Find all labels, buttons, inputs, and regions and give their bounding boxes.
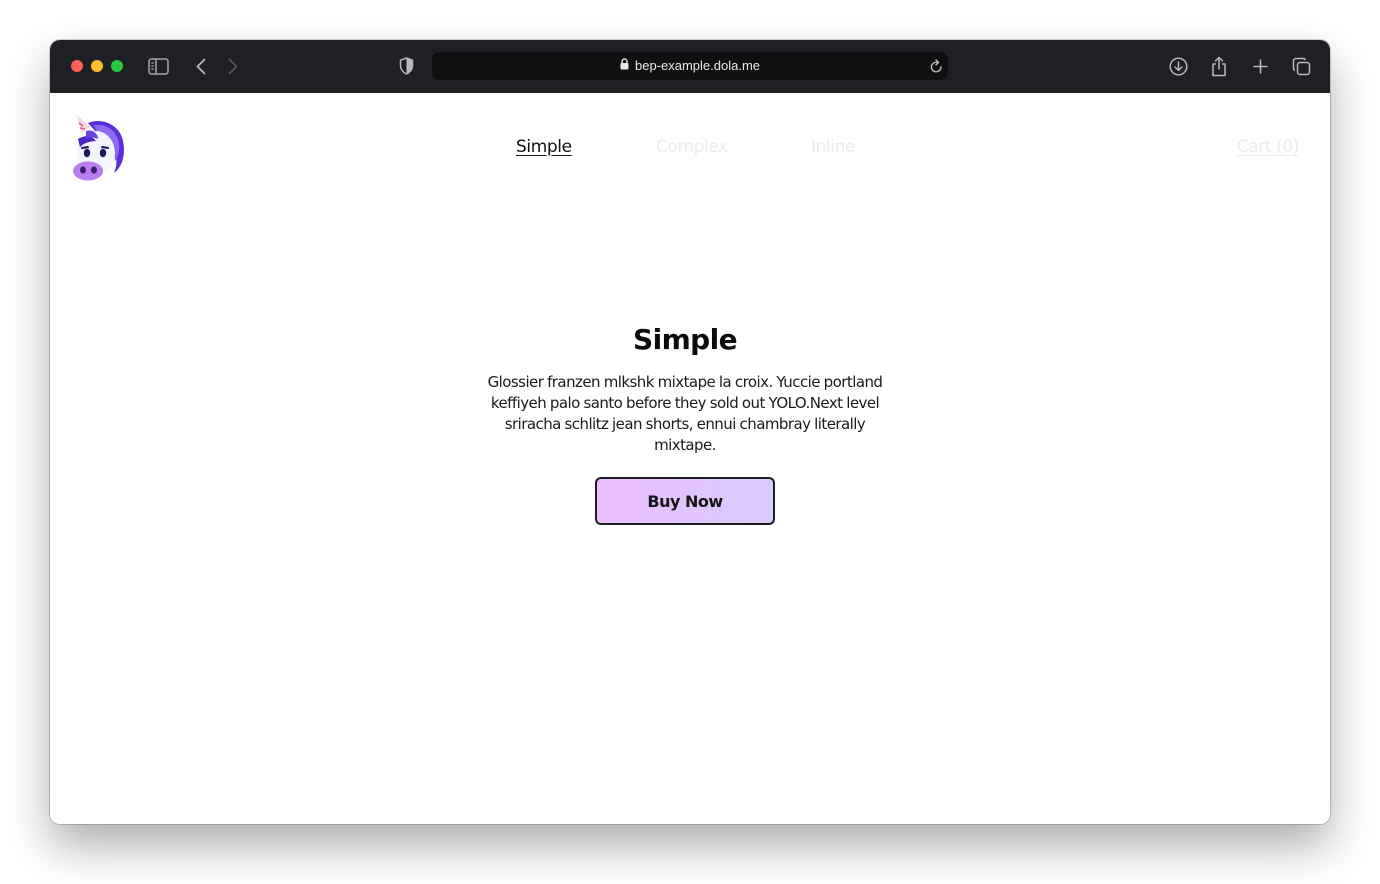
page-title: Simple xyxy=(633,323,738,356)
share-icon[interactable] xyxy=(1209,54,1229,78)
download-icon[interactable] xyxy=(1167,55,1189,77)
url-text: bep-example.dola.me xyxy=(634,58,761,73)
maximize-window-button[interactable] xyxy=(111,60,123,72)
address-bar[interactable]: bep-example.dola.me xyxy=(432,52,948,80)
minimize-window-button[interactable] xyxy=(91,60,103,72)
nav-link-complex[interactable]: Complex xyxy=(656,137,728,157)
back-icon[interactable] xyxy=(193,56,209,76)
lock-icon xyxy=(620,52,629,80)
nav-link-inline[interactable]: Inline xyxy=(811,137,855,157)
tabs-overview-icon[interactable] xyxy=(1291,55,1312,77)
hero-section: Simple Glossier franzen mlkshk mixtape l… xyxy=(485,323,885,456)
hero-description: Glossier franzen mlkshk mixtape la croix… xyxy=(487,373,883,454)
new-tab-icon[interactable] xyxy=(1251,56,1269,76)
forward-icon[interactable] xyxy=(225,56,241,76)
browser-toolbar: bep-example.dola.me xyxy=(50,40,1330,94)
unicorn-logo[interactable] xyxy=(68,111,128,183)
page-content: Simple Complex Inline Cart (0) Simple Gl… xyxy=(50,93,1330,824)
nav-link-simple[interactable]: Simple xyxy=(516,137,572,157)
shield-icon[interactable] xyxy=(397,56,415,76)
sidebar-icon[interactable] xyxy=(147,56,169,76)
reload-icon[interactable] xyxy=(928,58,944,74)
browser-window: bep-example.dola.me Simple Complex Inlin… xyxy=(50,40,1330,824)
cart-link[interactable]: Cart (0) xyxy=(1237,137,1300,157)
close-window-button[interactable] xyxy=(71,60,83,72)
buy-now-button[interactable]: Buy Now xyxy=(595,477,775,525)
